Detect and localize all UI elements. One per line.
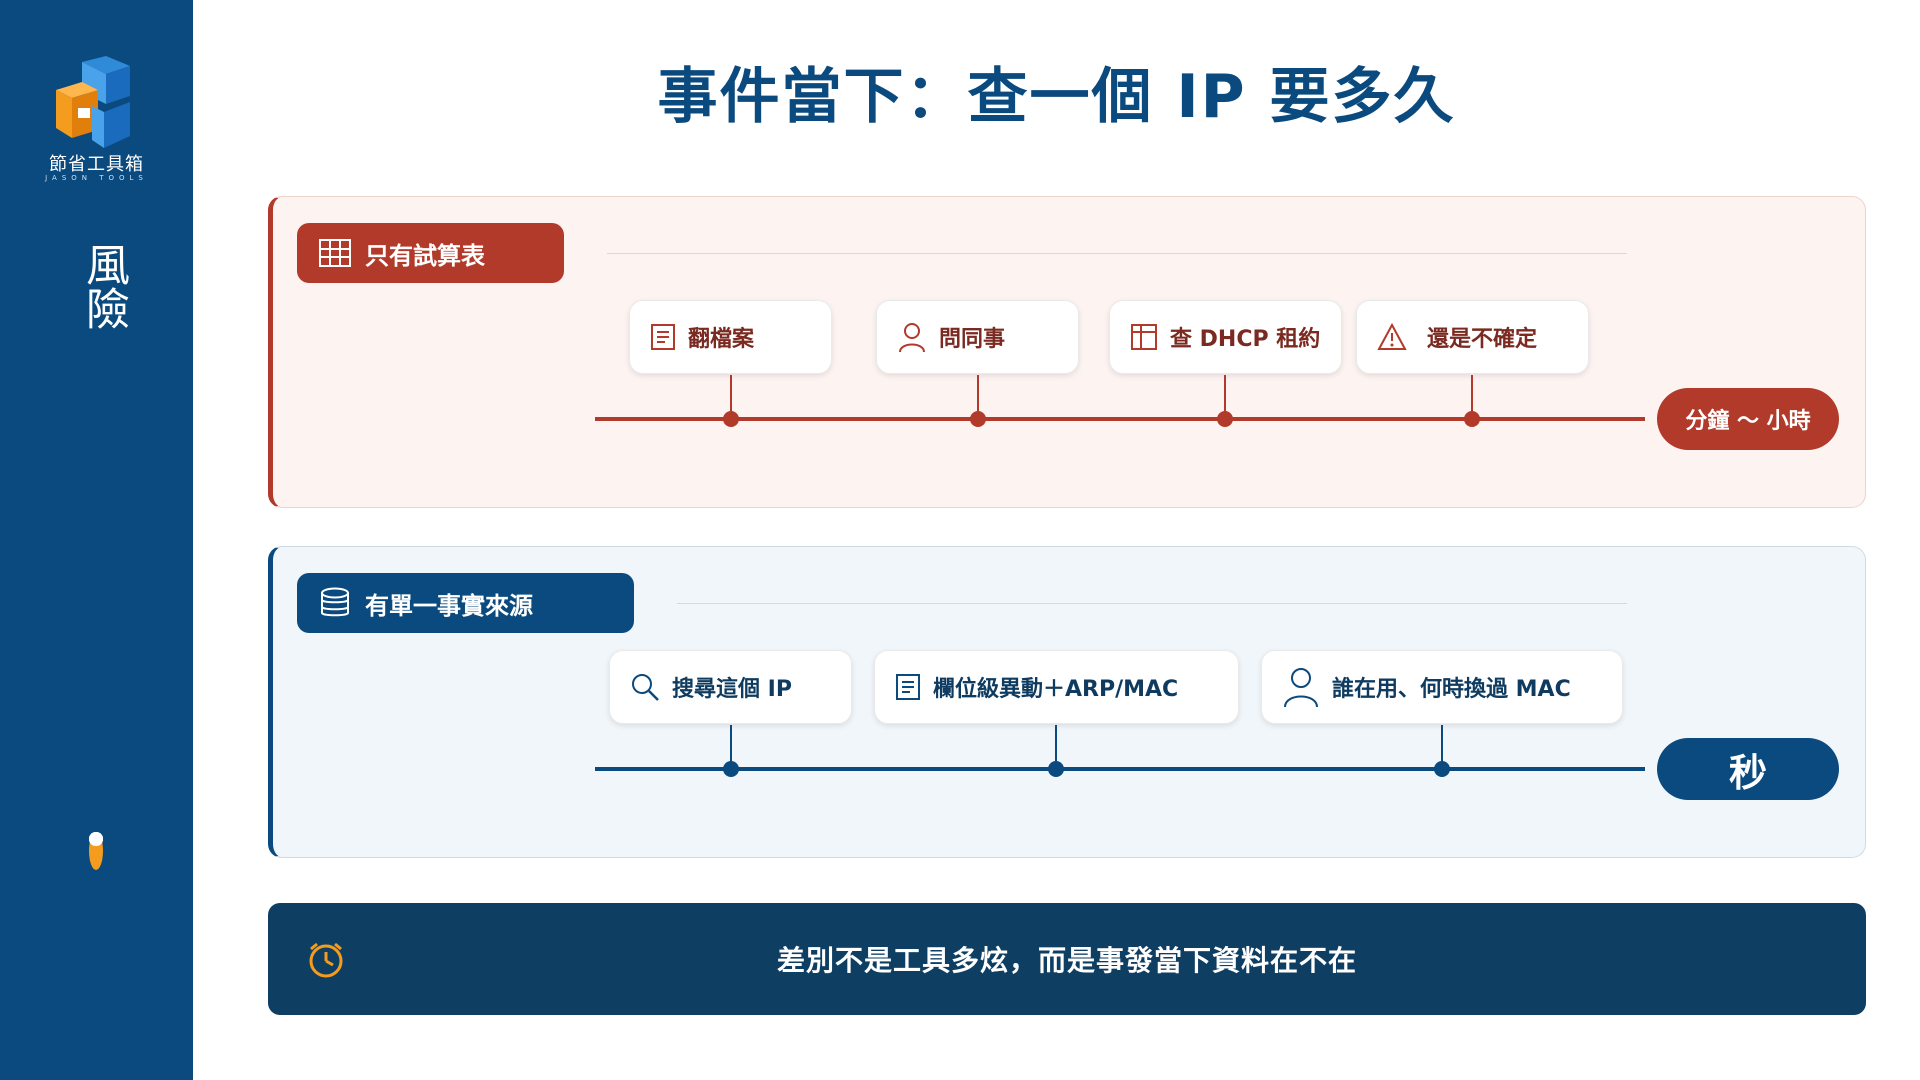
step-node: 誰在用、何時換過 MAC xyxy=(1261,650,1623,724)
page-title: 事件當下：查一個 IP 要多久 xyxy=(657,62,1456,132)
document-icon xyxy=(651,324,675,350)
single-source-tag-label: 有單一事實來源 xyxy=(365,591,533,620)
step-label: 搜尋這個 IP xyxy=(672,677,792,702)
step-node: 欄位級異動＋ARP/MAC xyxy=(874,650,1239,724)
database-icon xyxy=(321,587,349,617)
table-icon xyxy=(1131,324,1157,350)
spreadsheet-tag-label: 只有試算表 xyxy=(365,241,485,270)
step-node: 查 DHCP 租約 xyxy=(1109,300,1342,374)
timeline-dot xyxy=(1217,411,1233,427)
timeline-line xyxy=(595,767,1645,771)
person-icon xyxy=(899,323,925,353)
timeline-dot xyxy=(723,761,739,777)
duration-label: 秒 xyxy=(1728,750,1767,795)
single-source-panel: 有單一事實來源 搜尋這個 IP 欄位級異動＋ARP/MAC 誰在用、何時換過 M… xyxy=(268,546,1866,858)
sidebar: 節省工具箱 JASON TOOLS 風險 xyxy=(0,0,193,1080)
step-node: 問同事 xyxy=(876,300,1079,374)
duration-pill: 秒 xyxy=(1657,738,1839,800)
person-icon xyxy=(1284,668,1318,708)
document-icon xyxy=(896,674,920,700)
panel-divider xyxy=(677,603,1627,604)
pager-dot[interactable] xyxy=(89,832,103,846)
step-label: 欄位級異動＋ARP/MAC xyxy=(933,677,1179,702)
duration-pill: 分鐘 ～ 小時 xyxy=(1657,388,1839,450)
step-node: 還是不確定 xyxy=(1356,300,1589,374)
search-icon xyxy=(632,674,659,701)
timeline-dot xyxy=(1434,761,1450,777)
single-source-tag: 有單一事實來源 xyxy=(297,573,634,633)
step-label: 翻檔案 xyxy=(688,327,755,352)
timeline-dot xyxy=(1464,411,1480,427)
takeaway-text: 差別不是工具多炫，而是事發當下資料在不在 xyxy=(776,944,1357,977)
warning-icon xyxy=(1377,323,1407,350)
timeline-line xyxy=(595,417,1645,421)
spreadsheet-tag: 只有試算表 xyxy=(297,223,564,283)
section-label: 風險 xyxy=(78,242,129,330)
step-label: 還是不確定 xyxy=(1427,327,1538,352)
step-label: 查 DHCP 租約 xyxy=(1170,327,1321,352)
grid-icon xyxy=(319,239,351,267)
step-node: 搜尋這個 IP xyxy=(609,650,852,724)
takeaway-banner: 差別不是工具多炫，而是事發當下資料在不在 xyxy=(268,903,1866,1015)
panel-divider xyxy=(607,253,1627,254)
step-node: 翻檔案 xyxy=(629,300,832,374)
brand-name: 節省工具箱 xyxy=(49,154,144,175)
duration-label: 分鐘 ～ 小時 xyxy=(1685,409,1811,434)
brand-subtitle: JASON TOOLS xyxy=(45,174,148,182)
brand-logo xyxy=(48,56,144,152)
step-label: 誰在用、何時換過 MAC xyxy=(1332,677,1571,702)
timeline-dot xyxy=(970,411,986,427)
timeline-dot xyxy=(1048,761,1064,777)
step-label: 問同事 xyxy=(939,327,1006,352)
timeline-dot xyxy=(723,411,739,427)
spreadsheet-panel: 只有試算表 翻檔案 問同事 查 DHCP 租約 還是不確定 分鐘 ～ 小時 xyxy=(268,196,1866,508)
